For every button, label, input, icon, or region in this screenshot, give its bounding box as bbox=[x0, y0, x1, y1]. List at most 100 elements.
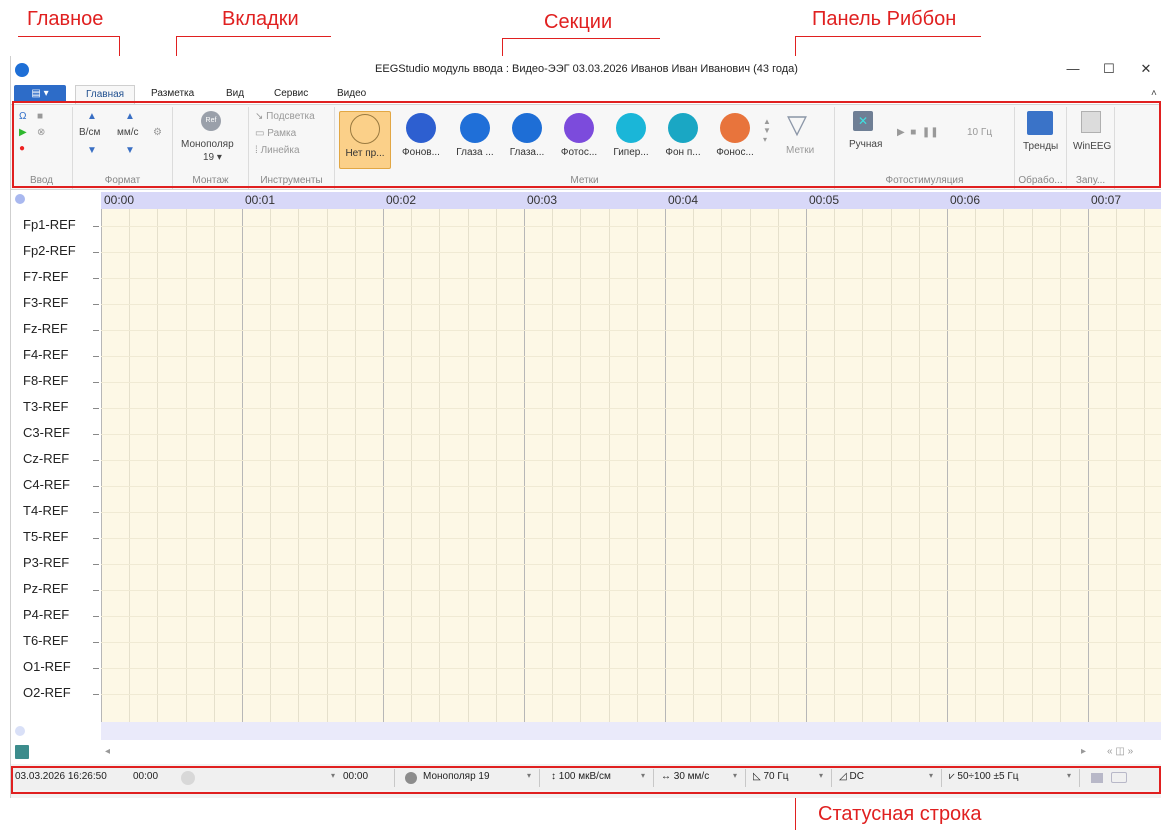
grid-line bbox=[1088, 209, 1089, 722]
timeline-tick-label: 00:02 bbox=[386, 193, 417, 207]
channel-label[interactable]: Fz-REF bbox=[23, 321, 68, 336]
channel-label[interactable]: F4-REF bbox=[23, 347, 69, 362]
grid-line bbox=[383, 209, 384, 722]
annotation-tabs: Вкладки bbox=[222, 8, 299, 30]
channel-label[interactable]: T5-REF bbox=[23, 529, 69, 544]
channel-baseline bbox=[101, 512, 1161, 513]
timeline[interactable]: 00:00 00:01 00:02 00:03 00:04 00:05 00:06 00:07 bbox=[101, 192, 1161, 209]
channel-tick bbox=[93, 538, 99, 539]
minimize-button[interactable]: — bbox=[1053, 58, 1093, 80]
channel-baseline bbox=[101, 330, 1161, 331]
grid-line bbox=[552, 209, 553, 722]
channel-tick bbox=[93, 278, 99, 279]
fast-nav-icon[interactable]: « ◫ » bbox=[1107, 746, 1133, 757]
collapse-ribbon-icon[interactable]: ˄ bbox=[1151, 88, 1157, 99]
channel-baseline bbox=[101, 590, 1161, 591]
navigator-icon[interactable] bbox=[15, 745, 29, 759]
grid-line bbox=[975, 209, 976, 722]
grid-line bbox=[439, 209, 440, 722]
close-button[interactable]: ✕ bbox=[1126, 58, 1161, 80]
grid-line bbox=[355, 209, 356, 722]
grid-line bbox=[580, 209, 581, 722]
channel-label[interactable]: Cz-REF bbox=[23, 451, 69, 466]
horizontal-scrollbar[interactable]: ◂ ▸ « ◫ » bbox=[11, 742, 1161, 764]
channel-tick bbox=[93, 330, 99, 331]
channel-tick bbox=[93, 590, 99, 591]
eeg-plot[interactable] bbox=[101, 209, 1161, 722]
channel-baseline bbox=[101, 278, 1161, 279]
annotation-sections-underline bbox=[502, 38, 660, 39]
grid-line bbox=[778, 209, 779, 722]
channel-baseline bbox=[101, 486, 1161, 487]
grid-line bbox=[186, 209, 187, 722]
channel-label[interactable]: O1-REF bbox=[23, 659, 71, 674]
annotation-status-bar: Статусная строка bbox=[818, 803, 982, 825]
channel-label[interactable]: Fp2-REF bbox=[23, 243, 76, 258]
annotation-main-underline bbox=[18, 36, 120, 37]
eeg-view: 00:00 00:01 00:02 00:03 00:04 00:05 00:06 00:07… bbox=[11, 190, 1161, 742]
timeline-expand-icon[interactable] bbox=[15, 726, 25, 736]
channel-tick bbox=[93, 226, 99, 227]
annotation-ribbon-panel: Панель Риббон bbox=[812, 8, 957, 30]
channel-label[interactable]: C3-REF bbox=[23, 425, 70, 440]
grid-line bbox=[721, 209, 722, 722]
plot-bottom-band bbox=[101, 722, 1161, 740]
grid-line bbox=[919, 209, 920, 722]
grid-line bbox=[665, 209, 666, 722]
grid-line bbox=[298, 209, 299, 722]
timeline-tick-label: 00:07 bbox=[1091, 193, 1122, 207]
channel-label[interactable]: Pz-REF bbox=[23, 581, 69, 596]
channel-label[interactable]: O2-REF bbox=[23, 685, 71, 700]
channel-tick bbox=[93, 564, 99, 565]
channel-baseline bbox=[101, 408, 1161, 409]
grid-line bbox=[270, 209, 271, 722]
timeline-tick-label: 00:05 bbox=[809, 193, 840, 207]
grid-line bbox=[101, 209, 102, 722]
channel-label[interactable]: Fp1-REF bbox=[23, 217, 76, 232]
channel-label[interactable]: F3-REF bbox=[23, 295, 69, 310]
channel-baseline bbox=[101, 616, 1161, 617]
grid-line bbox=[468, 209, 469, 722]
grid-line bbox=[1144, 209, 1145, 722]
timeline-tick-label: 00:01 bbox=[245, 193, 276, 207]
channel-baseline bbox=[101, 226, 1161, 227]
timeline-collapse-icon[interactable] bbox=[15, 194, 25, 204]
channel-tick bbox=[93, 642, 99, 643]
channel-label[interactable]: T6-REF bbox=[23, 633, 69, 648]
channel-tick bbox=[93, 512, 99, 513]
channel-baseline bbox=[101, 252, 1161, 253]
channel-label[interactable]: T3-REF bbox=[23, 399, 69, 414]
grid-line bbox=[834, 209, 835, 722]
timeline-tick-label: 00:06 bbox=[950, 193, 981, 207]
channel-label[interactable]: P3-REF bbox=[23, 555, 69, 570]
channel-baseline bbox=[101, 538, 1161, 539]
grid-line bbox=[411, 209, 412, 722]
grid-line bbox=[693, 209, 694, 722]
channel-baseline bbox=[101, 356, 1161, 357]
timeline-tick-label: 00:04 bbox=[668, 193, 699, 207]
channel-baseline bbox=[101, 642, 1161, 643]
grid-line bbox=[806, 209, 807, 722]
channel-label[interactable]: P4-REF bbox=[23, 607, 69, 622]
timeline-tick-label: 00:03 bbox=[527, 193, 558, 207]
channel-tick bbox=[93, 668, 99, 669]
channel-label[interactable]: C4-REF bbox=[23, 477, 70, 492]
grid-line bbox=[750, 209, 751, 722]
channel-label[interactable]: F7-REF bbox=[23, 269, 69, 284]
annotation-main: Главное bbox=[27, 8, 104, 30]
channel-tick bbox=[93, 460, 99, 461]
maximize-button[interactable]: ☐ bbox=[1089, 58, 1129, 80]
channel-label[interactable]: F8-REF bbox=[23, 373, 69, 388]
annotation-sections: Секции bbox=[544, 11, 613, 33]
grid-line bbox=[496, 209, 497, 722]
scroll-right-icon[interactable]: ▸ bbox=[1081, 746, 1086, 757]
channel-tick bbox=[93, 356, 99, 357]
grid-line bbox=[327, 209, 328, 722]
channel-baseline bbox=[101, 564, 1161, 565]
scroll-left-icon[interactable]: ◂ bbox=[105, 746, 110, 757]
channel-label[interactable]: T4-REF bbox=[23, 503, 69, 518]
highlight-status-box bbox=[11, 766, 1161, 794]
channel-baseline bbox=[101, 668, 1161, 669]
channel-tick bbox=[93, 382, 99, 383]
channel-tick bbox=[93, 434, 99, 435]
